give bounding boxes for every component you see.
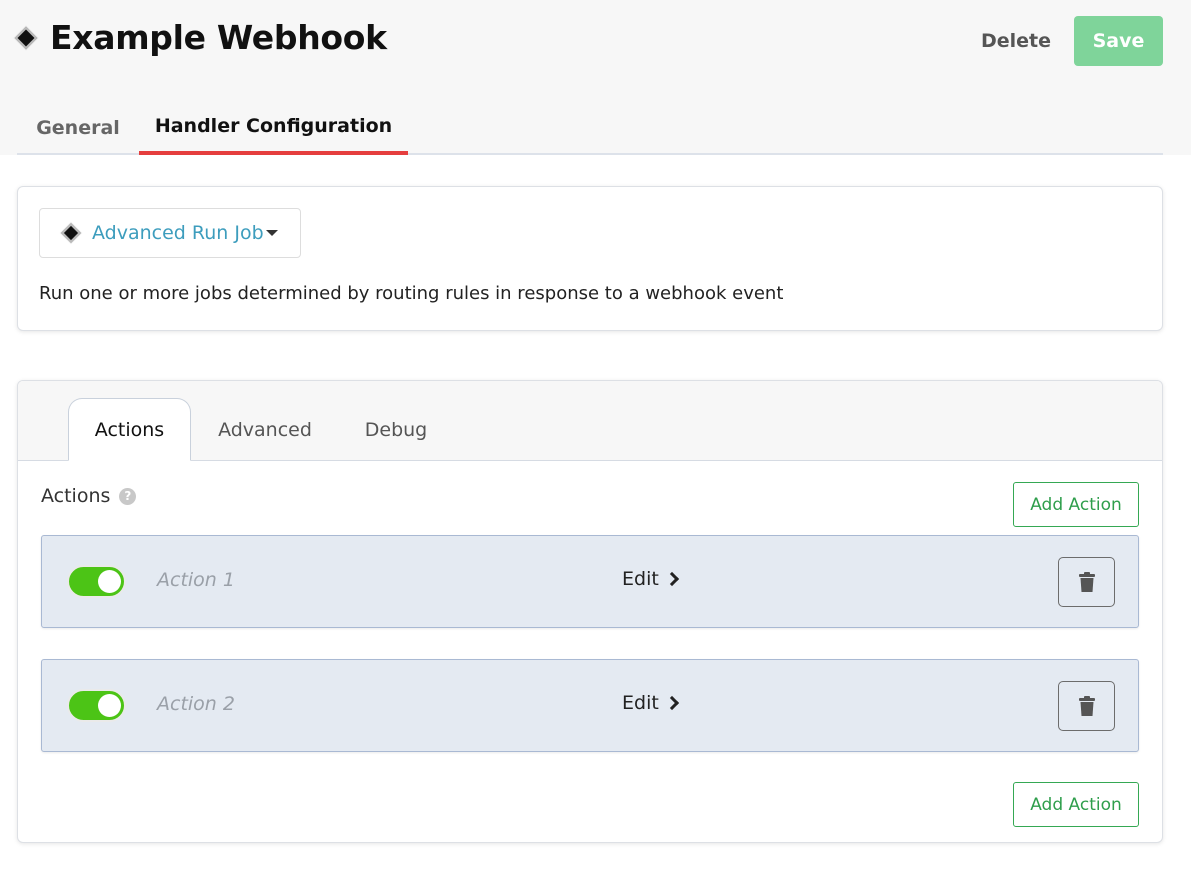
action-name: Action 1 bbox=[157, 569, 235, 591]
trash-icon bbox=[1078, 695, 1095, 716]
title-row: Example Webhook bbox=[14, 18, 387, 57]
chevron-right-icon bbox=[664, 695, 679, 711]
delete-button[interactable]: Delete bbox=[966, 20, 1066, 62]
top-tab-bar: General Handler Configuration bbox=[17, 100, 1163, 155]
question-circle-icon[interactable]: ? bbox=[119, 487, 137, 505]
diamond-icon bbox=[61, 223, 81, 243]
edit-action-link[interactable]: Edit bbox=[622, 568, 679, 590]
actions-heading-label: Actions bbox=[41, 485, 111, 507]
sub-tab-bar: Actions Advanced Debug bbox=[18, 381, 1162, 461]
actions-card: Actions Advanced Debug Actions ? Add Act… bbox=[17, 380, 1163, 843]
tab-handler-configuration[interactable]: Handler Configuration bbox=[139, 100, 408, 155]
actions-heading: Actions ? bbox=[41, 485, 137, 507]
action-row: Action 2 Edit bbox=[41, 659, 1139, 752]
action-enabled-toggle[interactable] bbox=[67, 565, 126, 598]
handler-description: Run one or more jobs determined by routi… bbox=[39, 283, 784, 304]
tab-actions[interactable]: Actions bbox=[68, 398, 191, 461]
action-enabled-toggle[interactable] bbox=[67, 689, 126, 722]
tab-advanced[interactable]: Advanced bbox=[200, 398, 330, 461]
handler-type-dropdown[interactable]: Advanced Run Job bbox=[39, 208, 301, 258]
edit-label: Edit bbox=[622, 568, 659, 590]
save-button[interactable]: Save bbox=[1074, 16, 1163, 66]
diamond-icon bbox=[14, 26, 38, 49]
delete-action-button[interactable] bbox=[1058, 557, 1115, 607]
toggle-knob bbox=[98, 570, 121, 593]
delete-action-button[interactable] bbox=[1058, 681, 1115, 731]
handler-type-label: Advanced Run Job bbox=[92, 222, 264, 244]
edit-action-link[interactable]: Edit bbox=[622, 692, 679, 714]
action-name: Action 2 bbox=[157, 693, 235, 715]
edit-label: Edit bbox=[622, 692, 659, 714]
toggle-knob bbox=[98, 694, 121, 717]
trash-icon bbox=[1078, 571, 1095, 592]
add-action-button-bottom[interactable]: Add Action bbox=[1013, 782, 1139, 827]
caret-down-icon bbox=[265, 230, 278, 236]
tab-general[interactable]: General bbox=[17, 100, 139, 155]
tab-debug[interactable]: Debug bbox=[336, 398, 456, 461]
action-row: Action 1 Edit bbox=[41, 535, 1139, 628]
chevron-right-icon bbox=[664, 571, 679, 587]
add-action-button-top[interactable]: Add Action bbox=[1013, 482, 1139, 527]
handler-card: Advanced Run Job Run one or more jobs de… bbox=[17, 186, 1163, 331]
page-title: Example Webhook bbox=[50, 18, 387, 57]
